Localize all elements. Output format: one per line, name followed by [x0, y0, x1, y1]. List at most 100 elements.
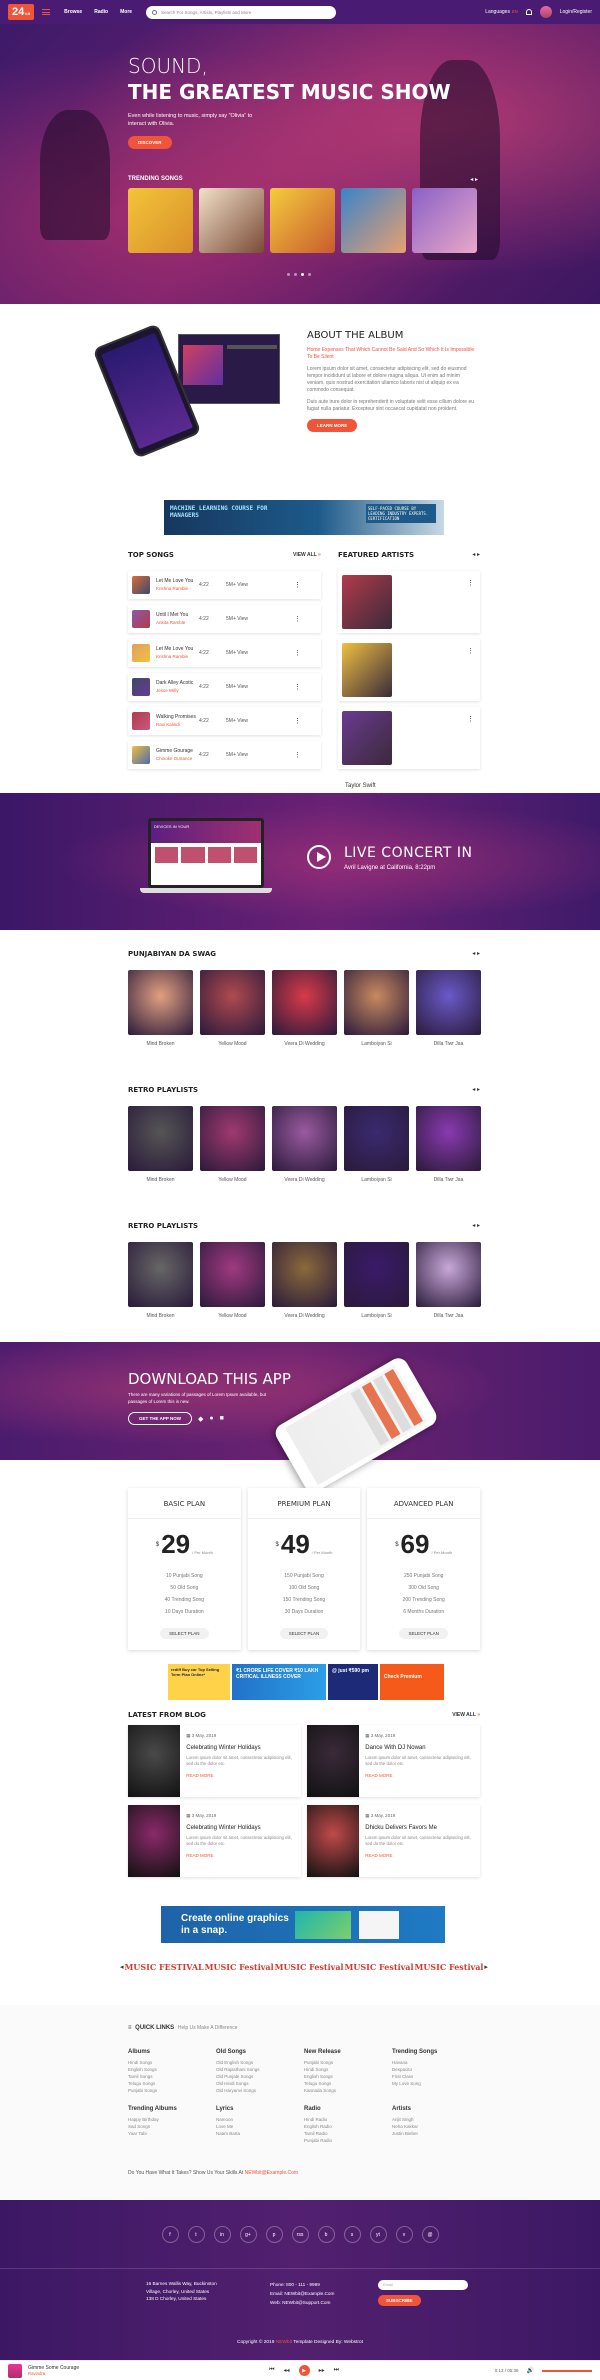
search-input[interactable]: Search For Songs, Artists, Playlists and…	[146, 5, 337, 19]
quick-link[interactable]: Hindi Songs	[128, 2059, 216, 2066]
playlist-tile[interactable]: Mind Broken	[128, 970, 193, 1047]
contact-web[interactable]: Web: NEWbit@Support.Com	[270, 2298, 334, 2307]
quick-link[interactable]: Kannada Songs	[304, 2087, 392, 2094]
ad-ins-check-premium[interactable]: Check Premium	[380, 1664, 444, 1700]
quick-link[interactable]: Hindi Radio	[304, 2116, 392, 2123]
more-options-icon[interactable]: ⋮	[467, 579, 474, 587]
song-row[interactable]: Gimme Gourage Chinoke Ourtance 4:22 5M+ V…	[128, 741, 321, 769]
more-options-icon[interactable]: ⋮	[294, 683, 301, 691]
playlist-tile[interactable]: Veera Di Wedding	[272, 1106, 337, 1183]
playlist-arrows[interactable]: ◂ ▸	[472, 1086, 480, 1093]
play-icon[interactable]: ▶	[298, 2365, 310, 2376]
quick-link[interactable]: Punjabi Songs	[128, 2087, 216, 2094]
social-icon[interactable]: f	[161, 2226, 179, 2243]
social-icon[interactable]: yt	[369, 2226, 387, 2243]
social-icon[interactable]: t	[187, 2226, 205, 2243]
blog-view-all[interactable]: VIEW ALL »	[452, 1712, 480, 1718]
partner-logo[interactable]: MUSIC Festival	[345, 1963, 414, 1971]
playlist-tile[interactable]: Dilla Tiwr Jaa	[416, 1242, 481, 1319]
song-artist[interactable]: Ravi Kalindi	[156, 721, 199, 728]
subscribe-button[interactable]: SUBSCRIBE	[378, 2295, 421, 2306]
playlist-tile[interactable]: Mind Broken	[128, 1106, 193, 1183]
select-plan-button[interactable]: SELECT PLAN	[279, 1628, 329, 1639]
rewind-icon[interactable]: ◂◂	[284, 2367, 290, 2374]
quick-link[interactable]: Telugu Songs	[304, 2080, 392, 2087]
more-options-icon[interactable]: ⋮	[294, 717, 301, 725]
read-more-link[interactable]: READ MORE	[365, 1773, 474, 1778]
song-artist[interactable]: Ankita Ramble	[156, 619, 199, 626]
blog-card[interactable]: ▦ 3 May, 2019 Celebrating Winter Holiday…	[128, 1725, 301, 1797]
quick-link[interactable]: Naam Barta	[216, 2130, 304, 2137]
trending-tile[interactable]	[128, 188, 193, 253]
ad-graphics-button[interactable]	[359, 1910, 399, 1939]
blog-card[interactable]: ▦ 3 May, 2019 Celebrating Winter Holiday…	[128, 1805, 301, 1877]
quick-link[interactable]: Despacito	[392, 2066, 480, 2073]
read-more-link[interactable]: READ MORE	[365, 1853, 474, 1858]
login-register-link[interactable]: Login/Register	[560, 9, 592, 15]
social-icon[interactable]: s	[343, 2226, 361, 2243]
blog-title[interactable]: Celebrating Winter Holidays	[186, 1825, 295, 1831]
playlist-tile[interactable]: Lamboiyan Si	[344, 1242, 409, 1319]
more-options-icon[interactable]: ⋮	[467, 647, 474, 655]
trending-arrows[interactable]: ◂ ▸	[470, 176, 478, 183]
song-row[interactable]: Dark Alley Acotic Jesse Willy 4:22 5M+ Vi…	[128, 673, 321, 701]
language-selector[interactable]: Languages EN	[485, 9, 518, 15]
featured-arrows[interactable]: ◂ ▸	[472, 551, 480, 558]
quick-link[interactable]: English Songs	[128, 2066, 216, 2073]
playlist-tile[interactable]: Dilla Tiwr Jaa	[416, 970, 481, 1047]
quick-link[interactable]: English Radio	[304, 2123, 392, 2130]
partners-next-icon[interactable]: ▸	[484, 1963, 488, 1971]
get-app-button[interactable]: GET THE APP NOW	[128, 1412, 193, 1425]
social-icon[interactable]: v	[395, 2226, 413, 2243]
quick-link[interactable]: Old Rajasthani Songs	[216, 2066, 304, 2073]
quick-link[interactable]: Old Haryanvi Songs	[216, 2087, 304, 2094]
quick-link[interactable]: Hindi Songs	[304, 2066, 392, 2073]
playlist-tile[interactable]: Veera Di Wedding	[272, 1242, 337, 1319]
quick-link[interactable]: Telugu Songs	[128, 2080, 216, 2087]
quick-link[interactable]: My Love Song	[392, 2080, 480, 2087]
ad-banner-graphics[interactable]: Create online graphics in a snap.	[161, 1906, 445, 1943]
contact-email[interactable]: Email: NEWbit@Example.Com	[270, 2289, 334, 2298]
song-row[interactable]: Let Me Love You Krishna Ramble 4:22 5M+ V…	[128, 639, 321, 667]
social-icon[interactable]: g+	[239, 2226, 257, 2243]
partner-logo[interactable]: MUSIC FESTIVAL	[125, 1963, 204, 1971]
ad-banner-insurance[interactable]: rediff Buy car Top Selling Term Plan Onl…	[168, 1664, 444, 1700]
partner-logo[interactable]: MUSIC Festival	[205, 1963, 274, 1971]
quick-link[interactable]: Old English Songs	[216, 2059, 304, 2066]
windows-icon[interactable]: ■	[220, 1415, 224, 1422]
playlist-tile[interactable]: Yellow Mood	[200, 1106, 265, 1183]
next-icon[interactable]: ⏭	[334, 2367, 339, 2374]
social-icon[interactable]: in	[213, 2226, 231, 2243]
blog-card[interactable]: ▦ 3 May, 2019 Dance With DJ Nowan Lorem …	[307, 1725, 480, 1797]
volume-icon[interactable]: 🔊	[527, 2367, 534, 2374]
playlist-tile[interactable]: Lamboiyan Si	[344, 970, 409, 1047]
more-options-icon[interactable]: ⋮	[294, 615, 301, 623]
playlist-tile[interactable]: Yellow Mood	[200, 970, 265, 1047]
quick-link[interactable]: Old Punjabi Songs	[216, 2073, 304, 2080]
partner-logo[interactable]: MUSIC Festival	[275, 1963, 344, 1971]
prev-icon[interactable]: ⏮	[269, 2367, 274, 2374]
quick-link[interactable]: Old Hindi Songs	[216, 2080, 304, 2087]
learn-more-button[interactable]: LEARN MORE	[307, 419, 358, 432]
featured-artist-card[interactable]: Britanna Perry 32 Songs - 8M+ View PLAY …	[338, 571, 600, 678]
quick-link[interactable]: English Songs	[304, 2073, 392, 2080]
quick-link[interactable]: Sad Songs	[128, 2123, 216, 2130]
quick-link[interactable]: Punjabi Songs	[304, 2059, 392, 2066]
trending-tile[interactable]	[270, 188, 335, 253]
song-artist[interactable]: Jesse Willy	[156, 687, 199, 694]
blog-card[interactable]: ▦ 3 May, 2019 Dhicku Delivers Favors Me …	[307, 1805, 480, 1877]
song-row[interactable]: Let Me Love You Krishna Ramble 4:22 5M+ V…	[128, 571, 321, 599]
blog-title[interactable]: Celebrating Winter Holidays	[186, 1745, 295, 1751]
quick-link[interactable]: Love Me	[216, 2123, 304, 2130]
quick-link[interactable]: Neha Kakkar	[392, 2123, 480, 2130]
copyright-brand[interactable]: NEWbit	[276, 2340, 292, 2345]
apple-icon[interactable]: ●	[209, 1415, 213, 1422]
bell-icon[interactable]	[525, 9, 532, 15]
blog-title[interactable]: Dhicku Delivers Favors Me	[365, 1825, 474, 1831]
social-icon[interactable]: b	[317, 2226, 335, 2243]
quick-link[interactable]: Yaar Tabi	[128, 2130, 216, 2137]
song-artist[interactable]: Krishna Ramble	[156, 585, 199, 592]
social-icon[interactable]: @	[421, 2226, 439, 2243]
featured-artist-card[interactable]: Beyonce Gisselle 32 Songs - 8M+ View PLA…	[338, 639, 600, 746]
playlist-tile[interactable]: Dilla Tiwr Jaa	[416, 1106, 481, 1183]
